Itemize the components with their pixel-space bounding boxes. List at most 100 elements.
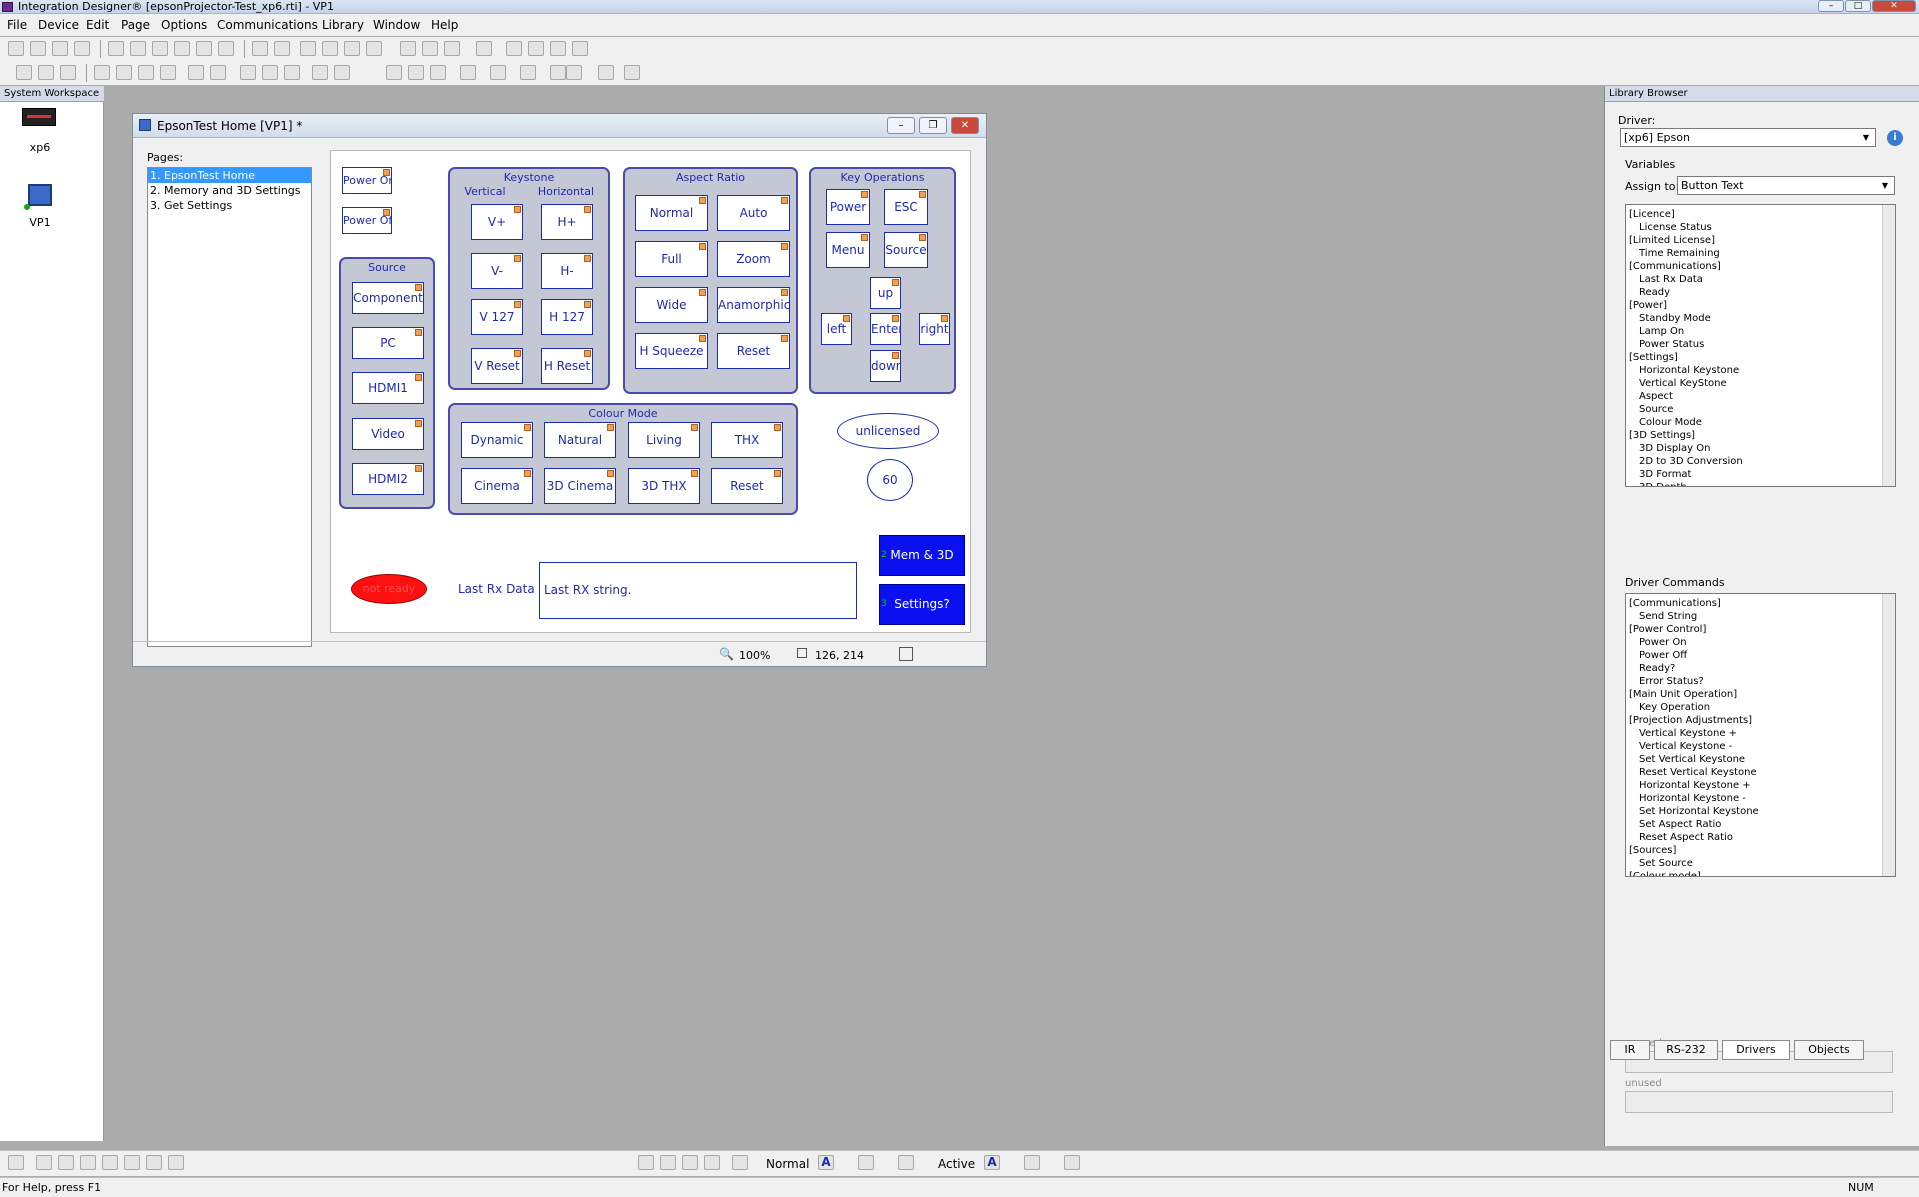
toolbar-icon[interactable]: [422, 41, 438, 56]
aspect-h-squeeze-button[interactable]: H Squeeze: [635, 333, 708, 369]
minimize-button[interactable]: –: [1818, 0, 1844, 12]
list-item[interactable]: Lamp On: [1629, 325, 1895, 338]
help-cursor-icon[interactable]: [624, 65, 640, 80]
open-folder-icon[interactable]: [60, 65, 76, 80]
toolbar-icon[interactable]: [430, 65, 446, 80]
list-category[interactable]: [Projection Adjustments]: [1629, 714, 1895, 727]
align-middle-icon[interactable]: [196, 41, 212, 56]
list-category[interactable]: [Colour mode]: [1629, 870, 1895, 876]
mdi-close-button[interactable]: ✕: [951, 117, 979, 134]
arrow-down-icon[interactable]: [528, 41, 544, 56]
device-xp6-label[interactable]: xp6: [0, 141, 80, 154]
tab-rs232[interactable]: RS-232: [1654, 1040, 1718, 1060]
list-category[interactable]: [Settings]: [1629, 351, 1895, 364]
colour-cinema-button[interactable]: Cinema: [461, 468, 533, 504]
save-icon[interactable]: [138, 65, 154, 80]
colour-living-button[interactable]: Living: [628, 422, 700, 458]
list-item[interactable]: Colour Mode: [1629, 416, 1895, 429]
colour-3d-cinema-button[interactable]: 3D Cinema: [544, 468, 616, 504]
list-item[interactable]: Ready?: [1629, 662, 1895, 675]
source-video-button[interactable]: Video: [352, 418, 424, 450]
toolbar-icon[interactable]: [444, 41, 460, 56]
mem-3d-page-button[interactable]: Mem & 3D 2: [879, 535, 965, 576]
toolbar-icon[interactable]: [8, 41, 24, 56]
ellipse-icon[interactable]: [682, 1155, 698, 1170]
toolbar-icon[interactable]: [322, 41, 338, 56]
zoom-icon[interactable]: [566, 65, 582, 80]
page-list-item[interactable]: 3. Get Settings: [148, 198, 311, 213]
arrow-left-icon[interactable]: [550, 41, 566, 56]
print-icon[interactable]: [160, 65, 176, 80]
list-category[interactable]: [Power Control]: [1629, 623, 1895, 636]
source-hdmi1-button[interactable]: HDMI1: [352, 372, 424, 404]
key-up-button[interactable]: up: [870, 277, 901, 309]
design-canvas[interactable]: Power On Power Off Source Component PC H…: [330, 150, 971, 633]
tab-drivers[interactable]: Drivers: [1722, 1040, 1790, 1060]
list-item[interactable]: Last Rx Data: [1629, 273, 1895, 286]
toolbar-icon[interactable]: [386, 65, 402, 80]
aspect-auto-button[interactable]: Auto: [717, 195, 790, 231]
frame-icon[interactable]: [704, 1155, 720, 1170]
pencil-icon[interactable]: [8, 1155, 24, 1170]
settings-page-button[interactable]: Settings? 3: [879, 584, 965, 625]
list-item[interactable]: Standby Mode: [1629, 312, 1895, 325]
tab-ir[interactable]: IR: [1610, 1040, 1650, 1060]
list-item[interactable]: Aspect: [1629, 390, 1895, 403]
keystone-h-minus-button[interactable]: H-: [541, 253, 593, 289]
menu-communications[interactable]: Communications: [217, 18, 318, 32]
menu-window[interactable]: Window: [373, 18, 420, 32]
monitor-icon[interactable]: [28, 184, 52, 206]
arrow-right-icon[interactable]: [572, 41, 588, 56]
align-bottom-icon[interactable]: [218, 41, 234, 56]
paste-icon[interactable]: [284, 65, 300, 80]
list-item[interactable]: Set Vertical Keystone: [1629, 753, 1895, 766]
aspect-normal-button[interactable]: Normal: [635, 195, 708, 231]
align-left-icon[interactable]: [108, 41, 124, 56]
toolbar-icon[interactable]: [124, 1155, 140, 1170]
rectangle-icon[interactable]: [638, 1155, 654, 1170]
keystone-h-plus-button[interactable]: H+: [541, 204, 593, 240]
info-icon[interactable]: i: [1887, 130, 1903, 146]
close-button[interactable]: ✕: [1872, 0, 1916, 12]
menu-edit[interactable]: Edit: [86, 18, 109, 32]
key-right-button[interactable]: right: [919, 313, 950, 345]
list-category[interactable]: [3D Settings]: [1629, 429, 1895, 442]
cut-icon[interactable]: [240, 65, 256, 80]
toolbar-icon[interactable]: [252, 41, 268, 56]
shape-icon[interactable]: [102, 1155, 118, 1170]
toolbar-icon[interactable]: [476, 41, 492, 56]
colour-thx-button[interactable]: THX: [711, 422, 783, 458]
key-left-button[interactable]: left: [821, 313, 852, 345]
menu-options[interactable]: Options: [161, 18, 207, 32]
list-item[interactable]: Source: [1629, 403, 1895, 416]
commands-scrollbar[interactable]: [1882, 594, 1895, 876]
toolbar-icon[interactable]: [52, 41, 68, 56]
toolbar-icon[interactable]: [94, 65, 110, 80]
power-off-button[interactable]: Power Off: [342, 207, 392, 234]
list-item[interactable]: Reset Aspect Ratio: [1629, 831, 1895, 844]
toolbar-icon[interactable]: [146, 1155, 162, 1170]
list-category[interactable]: [Communications]: [1629, 260, 1895, 273]
new-file-icon[interactable]: [16, 65, 32, 80]
aspect-wide-button[interactable]: Wide: [635, 287, 708, 323]
aspect-reset-button[interactable]: Reset: [717, 333, 790, 369]
text-icon[interactable]: [80, 1155, 96, 1170]
list-item[interactable]: Send String: [1629, 610, 1895, 623]
power-on-button[interactable]: Power On: [342, 167, 392, 194]
processor-icon[interactable]: [22, 108, 56, 126]
list-item[interactable]: Power Status: [1629, 338, 1895, 351]
variables-scrollbar[interactable]: [1882, 205, 1895, 486]
list-item[interactable]: Time Remaining: [1629, 247, 1895, 260]
toolbar-icon[interactable]: [74, 41, 90, 56]
key-down-button[interactable]: down: [870, 350, 901, 382]
driver-commands-list[interactable]: [Communications] Send String [Power Contro…: [1625, 593, 1896, 877]
keystone-h-reset-button[interactable]: H Reset: [541, 348, 593, 384]
maximize-button[interactable]: □: [1845, 0, 1871, 12]
list-category[interactable]: [Sources]: [1629, 844, 1895, 857]
pages-list[interactable]: 1. EpsonTest Home 2. Memory and 3D Setti…: [147, 167, 312, 647]
undo-icon[interactable]: [188, 65, 204, 80]
tab-objects[interactable]: Objects: [1794, 1040, 1864, 1060]
list-item[interactable]: 2D to 3D Conversion: [1629, 455, 1895, 468]
mdi-minimize-button[interactable]: –: [887, 117, 915, 134]
toolbar-icon[interactable]: [312, 65, 328, 80]
